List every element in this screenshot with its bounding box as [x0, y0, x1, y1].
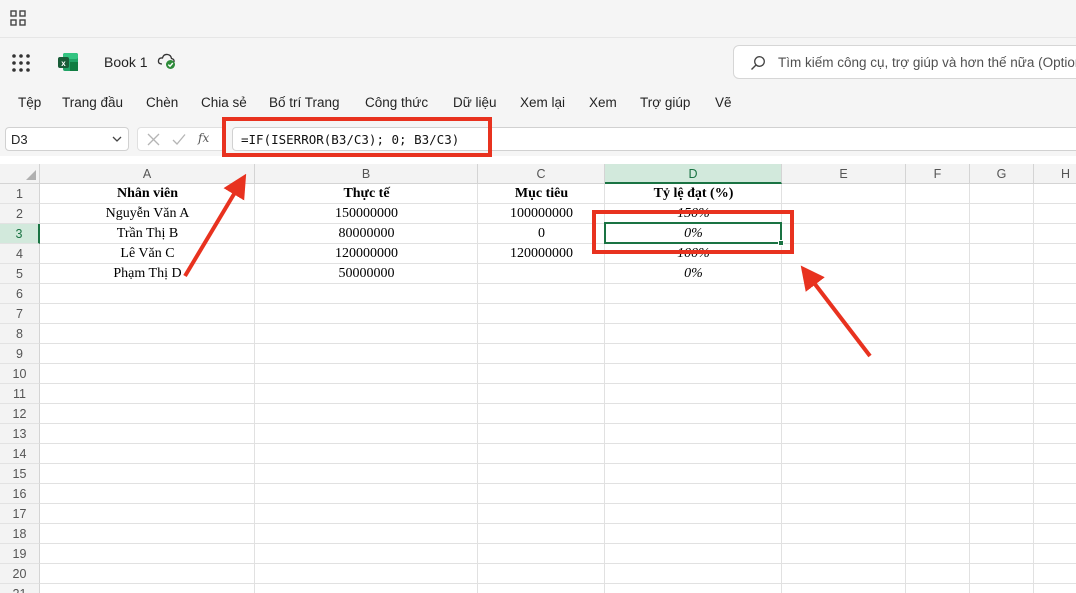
row-gridline — [40, 503, 1076, 504]
cell-c5[interactable] — [478, 264, 605, 284]
cell-b1[interactable]: Thực tế — [255, 184, 478, 204]
grid-icon[interactable] — [10, 10, 26, 26]
cell-b2[interactable]: 150000000 — [255, 204, 478, 224]
cell-b3[interactable]: 80000000 — [255, 224, 478, 244]
excel-logo-icon[interactable]: x — [57, 51, 79, 73]
tab-data[interactable]: Dữ liệu — [453, 95, 497, 110]
row-gridline — [40, 483, 1076, 484]
name-box[interactable]: D3 — [5, 127, 129, 151]
select-all-corner[interactable] — [0, 164, 40, 184]
row-header-3[interactable]: 3 — [0, 224, 40, 244]
formula-actions: fx — [137, 127, 225, 151]
column-header-f[interactable]: F — [906, 164, 970, 184]
annotation-box-cell — [592, 210, 794, 254]
formula-bar: D3 fx =IF(ISERROR(B3/C3); 0; B3/C3) — [0, 120, 1076, 156]
row-gridline — [40, 583, 1076, 584]
row-header-6[interactable]: 6 — [0, 284, 40, 304]
tab-home[interactable]: Trang đầu — [62, 95, 123, 110]
row-header-9[interactable]: 9 — [0, 344, 40, 364]
row-header-17[interactable]: 17 — [0, 504, 40, 524]
column-header-b[interactable]: B — [255, 164, 478, 184]
tab-file[interactable]: Tệp — [18, 95, 41, 110]
row-header-16[interactable]: 16 — [0, 484, 40, 504]
tab-help[interactable]: Trợ giúp — [640, 95, 690, 110]
row-header-2[interactable]: 2 — [0, 204, 40, 224]
column-header-d[interactable]: D — [605, 164, 782, 184]
row-header-15[interactable]: 15 — [0, 464, 40, 484]
name-box-value: D3 — [11, 132, 28, 147]
row-header-5[interactable]: 5 — [0, 264, 40, 284]
annotation-box-formula — [222, 117, 492, 157]
ribbon-tabs: Tệp Trang đầu Chèn Chia sẻ Bố trí Trang … — [0, 86, 1076, 120]
cell-a3[interactable]: Trần Thị B — [40, 224, 255, 244]
cell-c2[interactable]: 100000000 — [478, 204, 605, 224]
row-header-21[interactable]: 21 — [0, 584, 40, 593]
row-gridline — [40, 523, 1076, 524]
confirm-icon[interactable] — [172, 133, 186, 146]
row-header-14[interactable]: 14 — [0, 444, 40, 464]
tab-share[interactable]: Chia sẻ — [201, 95, 247, 110]
column-header-a[interactable]: A — [40, 164, 255, 184]
row-gridline — [40, 363, 1076, 364]
row-header-18[interactable]: 18 — [0, 524, 40, 544]
row-header-8[interactable]: 8 — [0, 324, 40, 344]
row-gridline — [40, 563, 1076, 564]
row-header-10[interactable]: 10 — [0, 364, 40, 384]
workbook-title[interactable]: Book 1 — [104, 54, 148, 70]
insert-function-icon[interactable]: fx — [198, 131, 209, 145]
row-gridline — [40, 423, 1076, 424]
cell-c4[interactable]: 120000000 — [478, 244, 605, 264]
waffle-icon[interactable] — [11, 53, 31, 73]
tab-view[interactable]: Xem — [589, 95, 617, 110]
row-gridline — [40, 443, 1076, 444]
column-gridline — [905, 184, 906, 593]
cancel-icon[interactable] — [147, 133, 160, 146]
column-header-e[interactable]: E — [782, 164, 906, 184]
row-gridline — [40, 303, 1076, 304]
cell-d1[interactable]: Tỷ lệ đạt (%) — [605, 184, 782, 204]
search-icon — [751, 56, 765, 70]
tab-review[interactable]: Xem lại — [520, 95, 565, 110]
cell-c1[interactable]: Mục tiêu — [478, 184, 605, 204]
row-gridline — [40, 343, 1076, 344]
row-gridline — [40, 383, 1076, 384]
row-header-19[interactable]: 19 — [0, 544, 40, 564]
row-header-13[interactable]: 13 — [0, 424, 40, 444]
row-header-4[interactable]: 4 — [0, 244, 40, 264]
svg-text:x: x — [61, 59, 66, 68]
cell-c3[interactable]: 0 — [478, 224, 605, 244]
row-gridline — [40, 463, 1076, 464]
tab-formulas[interactable]: Công thức — [365, 95, 428, 110]
column-gridline — [1033, 184, 1034, 593]
column-header-c[interactable]: C — [478, 164, 605, 184]
column-gridline — [969, 184, 970, 593]
column-header-h[interactable]: H — [1034, 164, 1076, 184]
column-header-g[interactable]: G — [970, 164, 1034, 184]
row-header-12[interactable]: 12 — [0, 404, 40, 424]
row-gridline — [40, 323, 1076, 324]
search-box[interactable]: Tìm kiếm công cụ, trợ giúp và hơn thế nữ… — [733, 45, 1076, 79]
cell-a2[interactable]: Nguyễn Văn A — [40, 204, 255, 224]
search-input[interactable]: Tìm kiếm công cụ, trợ giúp và hơn thế nữ… — [778, 55, 1076, 70]
row-gridline — [40, 403, 1076, 404]
row-header-20[interactable]: 20 — [0, 564, 40, 584]
app-bar: x Book 1 Tìm kiếm công cụ, trợ giúp và h… — [0, 38, 1076, 86]
row-header-11[interactable]: 11 — [0, 384, 40, 404]
cell-d5[interactable]: 0% — [605, 264, 782, 284]
cell-a1[interactable]: Nhân viên — [40, 184, 255, 204]
row-gridline — [40, 543, 1076, 544]
cell-b4[interactable]: 120000000 — [255, 244, 478, 264]
tab-insert[interactable]: Chèn — [146, 95, 178, 110]
tab-draw[interactable]: Vẽ — [715, 95, 732, 110]
cloud-sync-icon[interactable] — [157, 52, 177, 70]
cell-b5[interactable]: 50000000 — [255, 264, 478, 284]
chevron-down-icon[interactable] — [112, 135, 122, 143]
row-header-1[interactable]: 1 — [0, 184, 40, 204]
cell-a5[interactable]: Phạm Thị D — [40, 264, 255, 284]
cell-a4[interactable]: Lê Văn C — [40, 244, 255, 264]
row-header-7[interactable]: 7 — [0, 304, 40, 324]
tab-page-layout[interactable]: Bố trí Trang — [269, 95, 340, 110]
top-strip — [0, 0, 1076, 38]
worksheet-grid[interactable]: A B C D E F G H 1 2 3 4 5 6 7 8 9 10 11 12 13 14 15 16 1… — [0, 156, 1076, 593]
